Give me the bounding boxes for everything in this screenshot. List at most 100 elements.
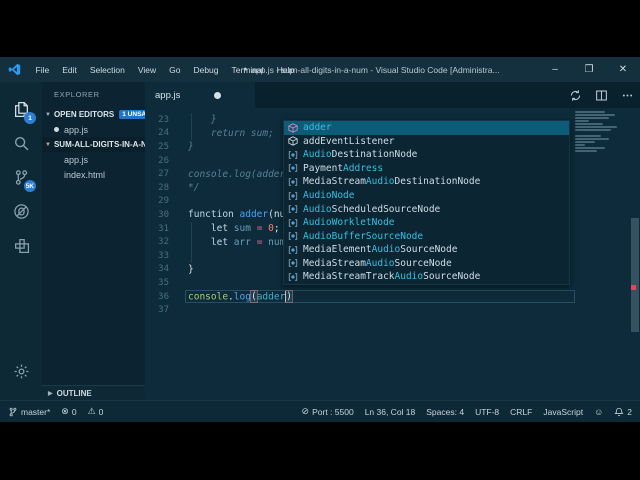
suggest-item[interactable]: adder bbox=[284, 121, 569, 135]
folder-header[interactable]: ▼ SUM-ALL-DIGITS-IN-A-NUM bbox=[42, 137, 145, 152]
suggest-item[interactable]: AudioNode bbox=[284, 189, 569, 203]
status-0[interactable]: ⚠ 0 bbox=[88, 406, 104, 417]
suggest-item[interactable]: MediaStreamTrack Audio SourceNode bbox=[284, 270, 569, 284]
menu-debug[interactable]: Debug bbox=[187, 65, 225, 75]
chevron-down-icon: ▼ bbox=[45, 141, 51, 148]
editor-group: app.js 23} 24 return sum; 25} 26 27 co… bbox=[145, 82, 640, 400]
minimap[interactable] bbox=[573, 108, 628, 400]
editor-actions bbox=[569, 82, 634, 108]
chevron-right-icon: ▶ bbox=[48, 390, 53, 397]
warning-icon: ⚠ bbox=[87, 406, 96, 416]
main-area: 1 5K EXPLORER ▼ OPEN EDITORS 1 UNSA app.… bbox=[0, 82, 640, 400]
suggest-item[interactable]: MediaStream Audio SourceNode bbox=[284, 256, 569, 270]
refresh-icon[interactable] bbox=[569, 89, 582, 102]
class-icon bbox=[287, 204, 299, 215]
minimize-button[interactable]: – bbox=[538, 64, 572, 75]
suggest-item[interactable]: MediaStream Audio DestinationNode bbox=[284, 175, 569, 189]
code-editor[interactable]: 23 } 24 return sum; 25} 26 27 console.log(add… bbox=[145, 108, 640, 400]
debug-icon[interactable] bbox=[0, 194, 42, 228]
class-icon bbox=[287, 258, 299, 269]
error-overview-marker bbox=[631, 285, 636, 290]
menu-file[interactable]: File bbox=[29, 65, 56, 75]
menu-view[interactable]: View bbox=[131, 65, 162, 75]
minimap-line bbox=[575, 147, 605, 149]
scrollbar-thumb[interactable] bbox=[631, 218, 639, 332]
open-editors-header[interactable]: ▼ OPEN EDITORS 1 UNSAVED bbox=[42, 107, 145, 122]
minimap-line bbox=[575, 138, 609, 140]
vscode-logo-icon bbox=[8, 63, 21, 76]
status-left: master* ⊗ 0 ⚠ 0 bbox=[8, 406, 114, 417]
suggest-item[interactable]: Payment Address bbox=[284, 162, 569, 176]
screen: File Edit Selection View Go Debug Terminal Help… bbox=[0, 0, 640, 480]
status-smiley[interactable]: ☺ bbox=[594, 407, 603, 417]
suggest-item[interactable]: AudioWorkletNode bbox=[284, 216, 569, 230]
class-icon bbox=[287, 190, 299, 201]
menu-selection[interactable]: Selection bbox=[83, 65, 131, 75]
minimap-line bbox=[575, 141, 595, 143]
settings-gear-icon[interactable] bbox=[0, 354, 42, 388]
suggest-item[interactable]: AudioBufferSourceNode bbox=[284, 229, 569, 243]
chevron-down-icon: ▼ bbox=[45, 111, 51, 118]
minimap-line bbox=[575, 111, 605, 113]
file-item-index.html[interactable]: index.html bbox=[42, 167, 145, 182]
status-ln-36-col-18[interactable]: Ln 36, Col 18 bbox=[365, 407, 416, 417]
minimap-line bbox=[575, 126, 617, 128]
tab-appjs[interactable]: app.js bbox=[145, 82, 255, 108]
minimap-line bbox=[575, 114, 615, 116]
class-icon bbox=[287, 231, 299, 242]
tab-dirty-dot bbox=[214, 91, 221, 99]
class-icon bbox=[287, 176, 299, 187]
dirty-dot bbox=[54, 127, 59, 132]
tab-bar: app.js bbox=[145, 82, 640, 108]
vscode-window: File Edit Selection View Go Debug Terminal Help… bbox=[0, 57, 640, 422]
menu-edit[interactable]: Edit bbox=[56, 65, 84, 75]
outline-section[interactable]: ▶ OUTLINE bbox=[42, 385, 145, 400]
minimap-line bbox=[575, 129, 611, 131]
smiley-icon: ☺ bbox=[594, 406, 604, 417]
status-master-[interactable]: master* bbox=[8, 407, 50, 417]
suggest-item[interactable]: Audio ScheduledSourceNode bbox=[284, 202, 569, 216]
activity-bar: 1 5K bbox=[0, 82, 42, 400]
class-icon bbox=[287, 163, 299, 174]
source-control-icon[interactable]: 5K bbox=[0, 160, 42, 194]
class-icon bbox=[287, 149, 299, 160]
extensions-icon[interactable] bbox=[0, 228, 42, 262]
restore-button[interactable]: ❐ bbox=[572, 64, 606, 75]
suggest-item[interactable]: Audio DestinationNode bbox=[284, 148, 569, 162]
autocomplete-dropdown[interactable]: adder addEventListener Audio DestinationNod… bbox=[283, 120, 570, 285]
tab-label: app.js bbox=[155, 89, 181, 101]
more-actions-icon[interactable] bbox=[621, 89, 634, 102]
open-editor-item[interactable]: app.js bbox=[42, 122, 145, 137]
open-editors-list: app.js bbox=[42, 122, 145, 137]
status-right: ⊘ Port : 5500 Ln 36, Col 18 Spaces: 4 UTF-8 C… bbox=[291, 406, 632, 417]
minimap-line bbox=[575, 117, 609, 119]
menu-go[interactable]: Go bbox=[163, 65, 187, 75]
class-icon bbox=[287, 244, 299, 255]
git-branch-icon bbox=[8, 407, 18, 417]
folder-label: SUM-ALL-DIGITS-IN-A-NUM bbox=[53, 140, 145, 149]
suggest-item[interactable]: MediaElement Audio SourceNode bbox=[284, 243, 569, 257]
status-bar: master* ⊗ 0 ⚠ 0 ⊘ Port : 5500 Ln 36, Col 18 Spa… bbox=[0, 400, 640, 422]
status-2[interactable]: 2 bbox=[614, 407, 632, 417]
status-spaces-4[interactable]: Spaces: 4 bbox=[426, 407, 464, 417]
status-0[interactable]: ⊗ 0 bbox=[61, 406, 76, 417]
minimap-line bbox=[575, 135, 601, 137]
title-dirty-dot: ● bbox=[243, 66, 248, 73]
vertical-scrollbar[interactable] bbox=[630, 108, 640, 400]
explorer-icon[interactable]: 1 bbox=[0, 92, 42, 126]
close-button[interactable]: ✕ bbox=[606, 64, 640, 75]
window-title: ● app.js - sum-all-digits-in-a-num - Vis… bbox=[243, 57, 500, 82]
status-utf-8[interactable]: UTF-8 bbox=[475, 407, 499, 417]
suggest-item[interactable]: addEventListener bbox=[284, 135, 569, 149]
file-item-app.js[interactable]: app.js bbox=[42, 152, 145, 167]
status-crlf[interactable]: CRLF bbox=[510, 407, 532, 417]
status-javascript[interactable]: JavaScript bbox=[543, 407, 583, 417]
source-control-badge: 5K bbox=[23, 180, 36, 192]
class-icon bbox=[287, 217, 299, 228]
minimap-line bbox=[575, 120, 589, 122]
search-icon[interactable] bbox=[0, 126, 42, 160]
bell-icon bbox=[614, 407, 624, 417]
status-port-5500[interactable]: ⊘ Port : 5500 bbox=[302, 406, 354, 417]
split-editor-icon[interactable] bbox=[595, 89, 608, 102]
minimap-line bbox=[575, 144, 585, 146]
